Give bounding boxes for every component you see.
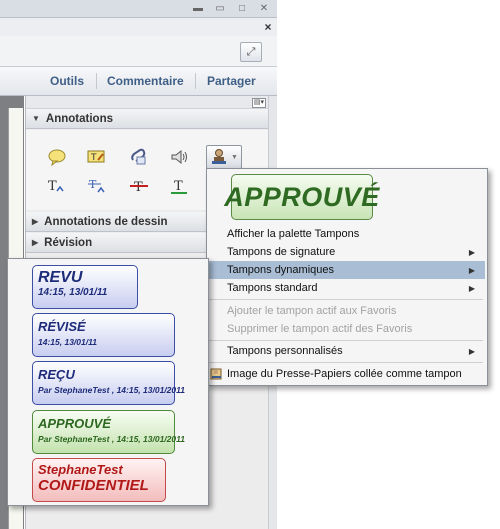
pane-options-icon[interactable]: ▤▾	[252, 98, 266, 108]
stamp-approuve[interactable]: APPROUVÉ Par StephaneTest , 14:15, 13/01…	[32, 410, 185, 454]
stamp-detail: CONFIDENTIEL	[38, 477, 149, 494]
stamp-detail: Par StephaneTest , 14:15, 13/01/2011	[38, 434, 185, 444]
stamp-tool-button[interactable]: ▼	[206, 145, 242, 169]
chevron-down-icon: ▼	[231, 153, 238, 161]
stamp-title: APPROUVÉ	[38, 416, 111, 431]
stamp-recu[interactable]: REÇU Par StephaneTest , 14:15, 13/01/201…	[32, 361, 185, 405]
svg-text:T: T	[48, 179, 57, 194]
menu-item-label: Tampons dynamiques	[227, 264, 335, 276]
section-annotations-label: Annotations	[45, 112, 113, 125]
underline-icon[interactable]: T	[167, 175, 191, 197]
section-revision-label: Révision	[44, 236, 93, 249]
expand-triangle-icon: ▶	[32, 238, 39, 247]
menu-item-show-stamps-palette[interactable]: Afficher la palette Tampons	[207, 225, 485, 243]
insert-text-icon[interactable]: T	[45, 175, 69, 197]
stamp-detail: 14:15, 13/01/11	[38, 337, 97, 347]
dynamic-stamps-submenu: REVU 14:15, 13/01/11 RÉVISÉ 14:15, 13/01…	[7, 258, 209, 506]
menu-item-remove-from-favorites[interactable]: Supprimer le tampon actif des Favoris	[207, 320, 485, 338]
menu-item-signature-stamps[interactable]: Tampons de signature ▶	[207, 243, 485, 261]
fullscreen-icon[interactable]: ⤢	[240, 42, 262, 62]
tab-separator	[195, 73, 196, 89]
submenu-arrow-icon: ▶	[468, 283, 475, 293]
note-icon[interactable]	[45, 146, 69, 168]
stamp-title: REVU	[38, 269, 83, 286]
toolbar-area	[0, 36, 277, 67]
stamp-detail: 14:15, 13/01/11	[38, 287, 108, 298]
tab-partager[interactable]: Partager	[207, 67, 256, 95]
replace-text-icon[interactable]: T	[86, 175, 110, 197]
window-close-icon[interactable]: ✕	[253, 0, 275, 17]
section-annotations-header[interactable]: ▼ Annotations	[26, 109, 268, 129]
menu-item-label: Tampons personnalisés	[227, 345, 343, 357]
svg-text:T: T	[174, 179, 183, 194]
stamp-revu[interactable]: REVU 14:15, 13/01/11	[32, 265, 138, 309]
menu-item-custom-stamps[interactable]: Tampons personnalisés ▶	[207, 342, 485, 360]
menu-item-paste-clipboard-stamp[interactable]: Image du Presse-Papiers collée comme tam…	[207, 365, 485, 383]
menu-separator	[209, 299, 483, 300]
stamp-confidentiel[interactable]: StephaneTest CONFIDENTIEL	[32, 458, 166, 502]
submenu-arrow-icon: ▶	[468, 346, 475, 356]
menu-item-label: Supprimer le tampon actif des Favoris	[227, 323, 413, 335]
stamp-revise[interactable]: RÉVISÉ 14:15, 13/01/11	[32, 313, 175, 357]
tab-commentaire[interactable]: Commentaire	[107, 67, 184, 95]
svg-text:T: T	[90, 153, 97, 163]
window-title-bar: ▬ ▭ □ ✕	[0, 0, 277, 18]
menu-item-label: Afficher la palette Tampons	[227, 228, 360, 240]
submenu-arrow-icon: ▶	[468, 247, 475, 257]
collapse-triangle-icon: ▼	[32, 114, 40, 123]
tab-outils[interactable]: Outils	[50, 67, 84, 95]
maximize-icon[interactable]: □	[231, 0, 253, 17]
pane-options-bar	[26, 96, 268, 109]
stamp-preview[interactable]: APPROUVÉ	[224, 174, 379, 220]
menu-item-label: Tampons standard	[227, 282, 318, 294]
task-tabs-bar: Outils Commentaire Partager	[0, 67, 277, 96]
stamp-icon	[210, 148, 228, 166]
clipboard-stamp-icon	[210, 367, 223, 380]
menu-item-add-to-favorites[interactable]: Ajouter le tampon actif aux Favoris	[207, 302, 485, 320]
close-document-icon[interactable]: ×	[259, 18, 277, 36]
text-note-icon[interactable]: T	[84, 146, 108, 168]
menu-item-label: Image du Presse-Papiers collée comme tam…	[227, 368, 462, 380]
sound-icon[interactable]	[167, 146, 191, 168]
attach-file-icon[interactable]	[126, 146, 150, 168]
restore-icon[interactable]: ▭	[209, 0, 231, 17]
document-close-bar: ×	[0, 18, 277, 37]
section-drawing-label: Annotations de dessin	[44, 215, 168, 228]
menu-separator	[209, 340, 483, 341]
menu-item-label: Ajouter le tampon actif aux Favoris	[227, 305, 397, 317]
expand-triangle-icon: ▶	[32, 217, 39, 226]
menu-item-standard-stamps[interactable]: Tampons standard ▶	[207, 279, 485, 297]
stamp-title: REÇU	[38, 367, 75, 382]
stamp-title: StephaneTest	[38, 462, 123, 477]
tab-separator	[96, 73, 97, 89]
minimize-icon[interactable]: ▬	[187, 0, 209, 17]
stamp-detail: Par StephaneTest , 14:15, 13/01/2011	[38, 385, 185, 395]
menu-item-label: Tampons de signature	[227, 246, 336, 258]
svg-text:T: T	[134, 180, 143, 195]
menu-item-dynamic-stamps[interactable]: Tampons dynamiques ▶	[207, 261, 485, 279]
menu-separator	[209, 362, 483, 363]
stamp-title: RÉVISÉ	[38, 319, 86, 334]
submenu-arrow-icon: ▶	[468, 265, 475, 275]
strikethrough-icon[interactable]: T	[127, 175, 151, 197]
